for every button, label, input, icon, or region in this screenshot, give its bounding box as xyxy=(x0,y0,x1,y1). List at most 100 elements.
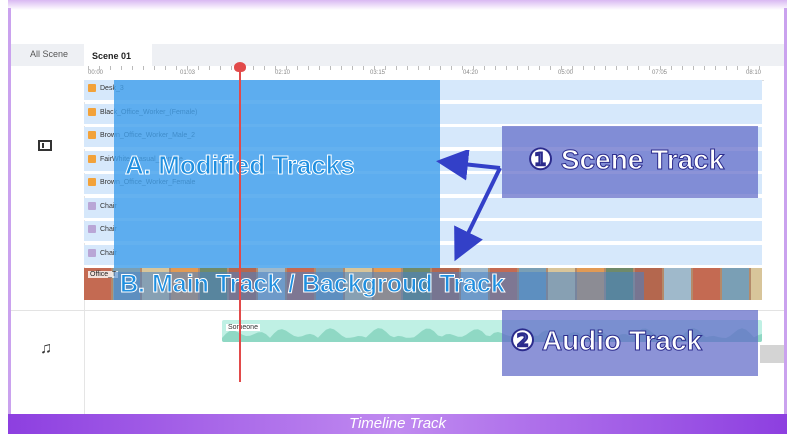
scrollbar-stub xyxy=(760,345,784,363)
chair-icon xyxy=(88,201,96,210)
chair-icon xyxy=(88,225,96,234)
ruler-tick xyxy=(440,66,441,70)
ruler-tick xyxy=(671,66,672,70)
ruler-tick xyxy=(132,66,133,70)
ruler-tick xyxy=(550,66,551,70)
ruler-tick xyxy=(121,66,122,70)
ruler-tick xyxy=(649,66,650,70)
caption-bar: Timeline Track xyxy=(8,414,787,434)
ruler-tick xyxy=(473,66,474,70)
ruler-tick xyxy=(759,66,760,70)
audio-clip-label: Someone xyxy=(226,324,260,331)
ruler-tick xyxy=(143,66,144,70)
person-icon xyxy=(88,107,96,116)
ruler-tick xyxy=(308,66,309,70)
ruler-tick xyxy=(396,66,397,70)
ruler-tick xyxy=(539,66,540,70)
ruler-tick xyxy=(715,66,716,70)
track-label: Chair xyxy=(88,243,117,265)
ruler-tick-label: 04:20 xyxy=(463,70,479,76)
ruler-tick xyxy=(561,66,562,70)
ruler-tick xyxy=(352,66,353,70)
ruler-tick xyxy=(506,66,507,70)
ruler-tick xyxy=(660,66,661,70)
ruler-tick xyxy=(110,66,111,70)
ruler-tick xyxy=(462,66,463,70)
ruler-tick xyxy=(451,66,452,70)
thumbnail-frame xyxy=(751,268,762,300)
main-track-annotation: B. Main Track / Backgroud Track xyxy=(120,270,506,299)
ruler-tick xyxy=(319,66,320,70)
person-icon xyxy=(88,178,96,187)
ruler-tick xyxy=(99,66,100,70)
ruler-tick-label: 00:00 xyxy=(88,70,104,76)
ruler-tick xyxy=(528,66,529,70)
ruler-tick xyxy=(231,66,232,70)
ruler-tick xyxy=(297,66,298,70)
pointer-arrows xyxy=(436,150,502,262)
ruler-tick xyxy=(682,66,683,70)
film-icon xyxy=(38,140,52,151)
audio-track-callout: ❷ Audio Track xyxy=(502,310,758,376)
caption-text: Timeline Track xyxy=(348,415,447,432)
ruler-tick xyxy=(616,66,617,70)
ruler-tick xyxy=(638,66,639,70)
ruler-tick xyxy=(187,66,188,70)
ruler-tick xyxy=(693,66,694,70)
ruler-tick-label: 01:03 xyxy=(180,70,196,76)
ruler-tick xyxy=(418,66,419,70)
ruler-tick xyxy=(253,66,254,70)
ruler-tick xyxy=(484,66,485,70)
ruler-tick xyxy=(748,66,749,70)
ruler-tick xyxy=(363,66,364,70)
music-note-icon: ♫ xyxy=(40,340,52,357)
ruler-tick xyxy=(385,66,386,70)
tab-scene-01[interactable]: Scene 01 xyxy=(84,44,152,66)
ruler-tick-label: 08:10 xyxy=(746,70,762,76)
person-icon xyxy=(88,84,96,93)
ruler-tick xyxy=(583,66,584,70)
person-icon xyxy=(88,131,96,140)
ruler-tick xyxy=(737,66,738,70)
playhead-handle[interactable] xyxy=(234,62,246,72)
track-label: Chair xyxy=(88,219,117,241)
chair-icon xyxy=(88,248,96,257)
ruler-tick xyxy=(572,66,573,70)
thumbnail-frame xyxy=(722,268,749,300)
ruler-tick xyxy=(374,66,375,70)
ruler-tick xyxy=(198,66,199,70)
ruler-tick-label: 05:00 xyxy=(558,70,574,76)
person-icon xyxy=(88,154,96,163)
ruler-tick xyxy=(429,66,430,70)
ruler-tick-label: 07:05 xyxy=(652,70,668,76)
ruler-tick xyxy=(407,66,408,70)
scene-track-callout: ❶ Scene Track xyxy=(502,126,758,198)
playhead-line[interactable] xyxy=(239,66,241,382)
ruler-tick xyxy=(165,66,166,70)
ruler-tick xyxy=(154,66,155,70)
arrow-to-modified xyxy=(436,150,501,181)
ruler-tick xyxy=(88,66,89,70)
ruler-tick xyxy=(220,66,221,70)
ruler-tick xyxy=(495,66,496,70)
track-label: Chair xyxy=(88,196,117,218)
thumbnail-frame xyxy=(664,268,691,300)
ruler-tick-label: 03:15 xyxy=(370,70,386,76)
ruler-tick xyxy=(275,66,276,70)
ruler-tick xyxy=(517,66,518,70)
ruler-tick xyxy=(726,66,727,70)
frame-top-border xyxy=(8,0,787,10)
ruler-tick xyxy=(605,66,606,70)
ruler-tick xyxy=(176,66,177,70)
ruler-tick xyxy=(209,66,210,70)
thumbnail-frame xyxy=(693,268,720,300)
ruler-tick xyxy=(286,66,287,70)
ruler-tick xyxy=(594,66,595,70)
ruler-tick xyxy=(341,66,342,70)
tab-all-scene[interactable]: All Scene xyxy=(22,44,84,66)
ruler-tick xyxy=(330,66,331,70)
ruler-tick xyxy=(704,66,705,70)
track-type-panel xyxy=(11,80,85,414)
ruler-tick-label: 02:10 xyxy=(275,70,291,76)
ruler-tick xyxy=(627,66,628,70)
